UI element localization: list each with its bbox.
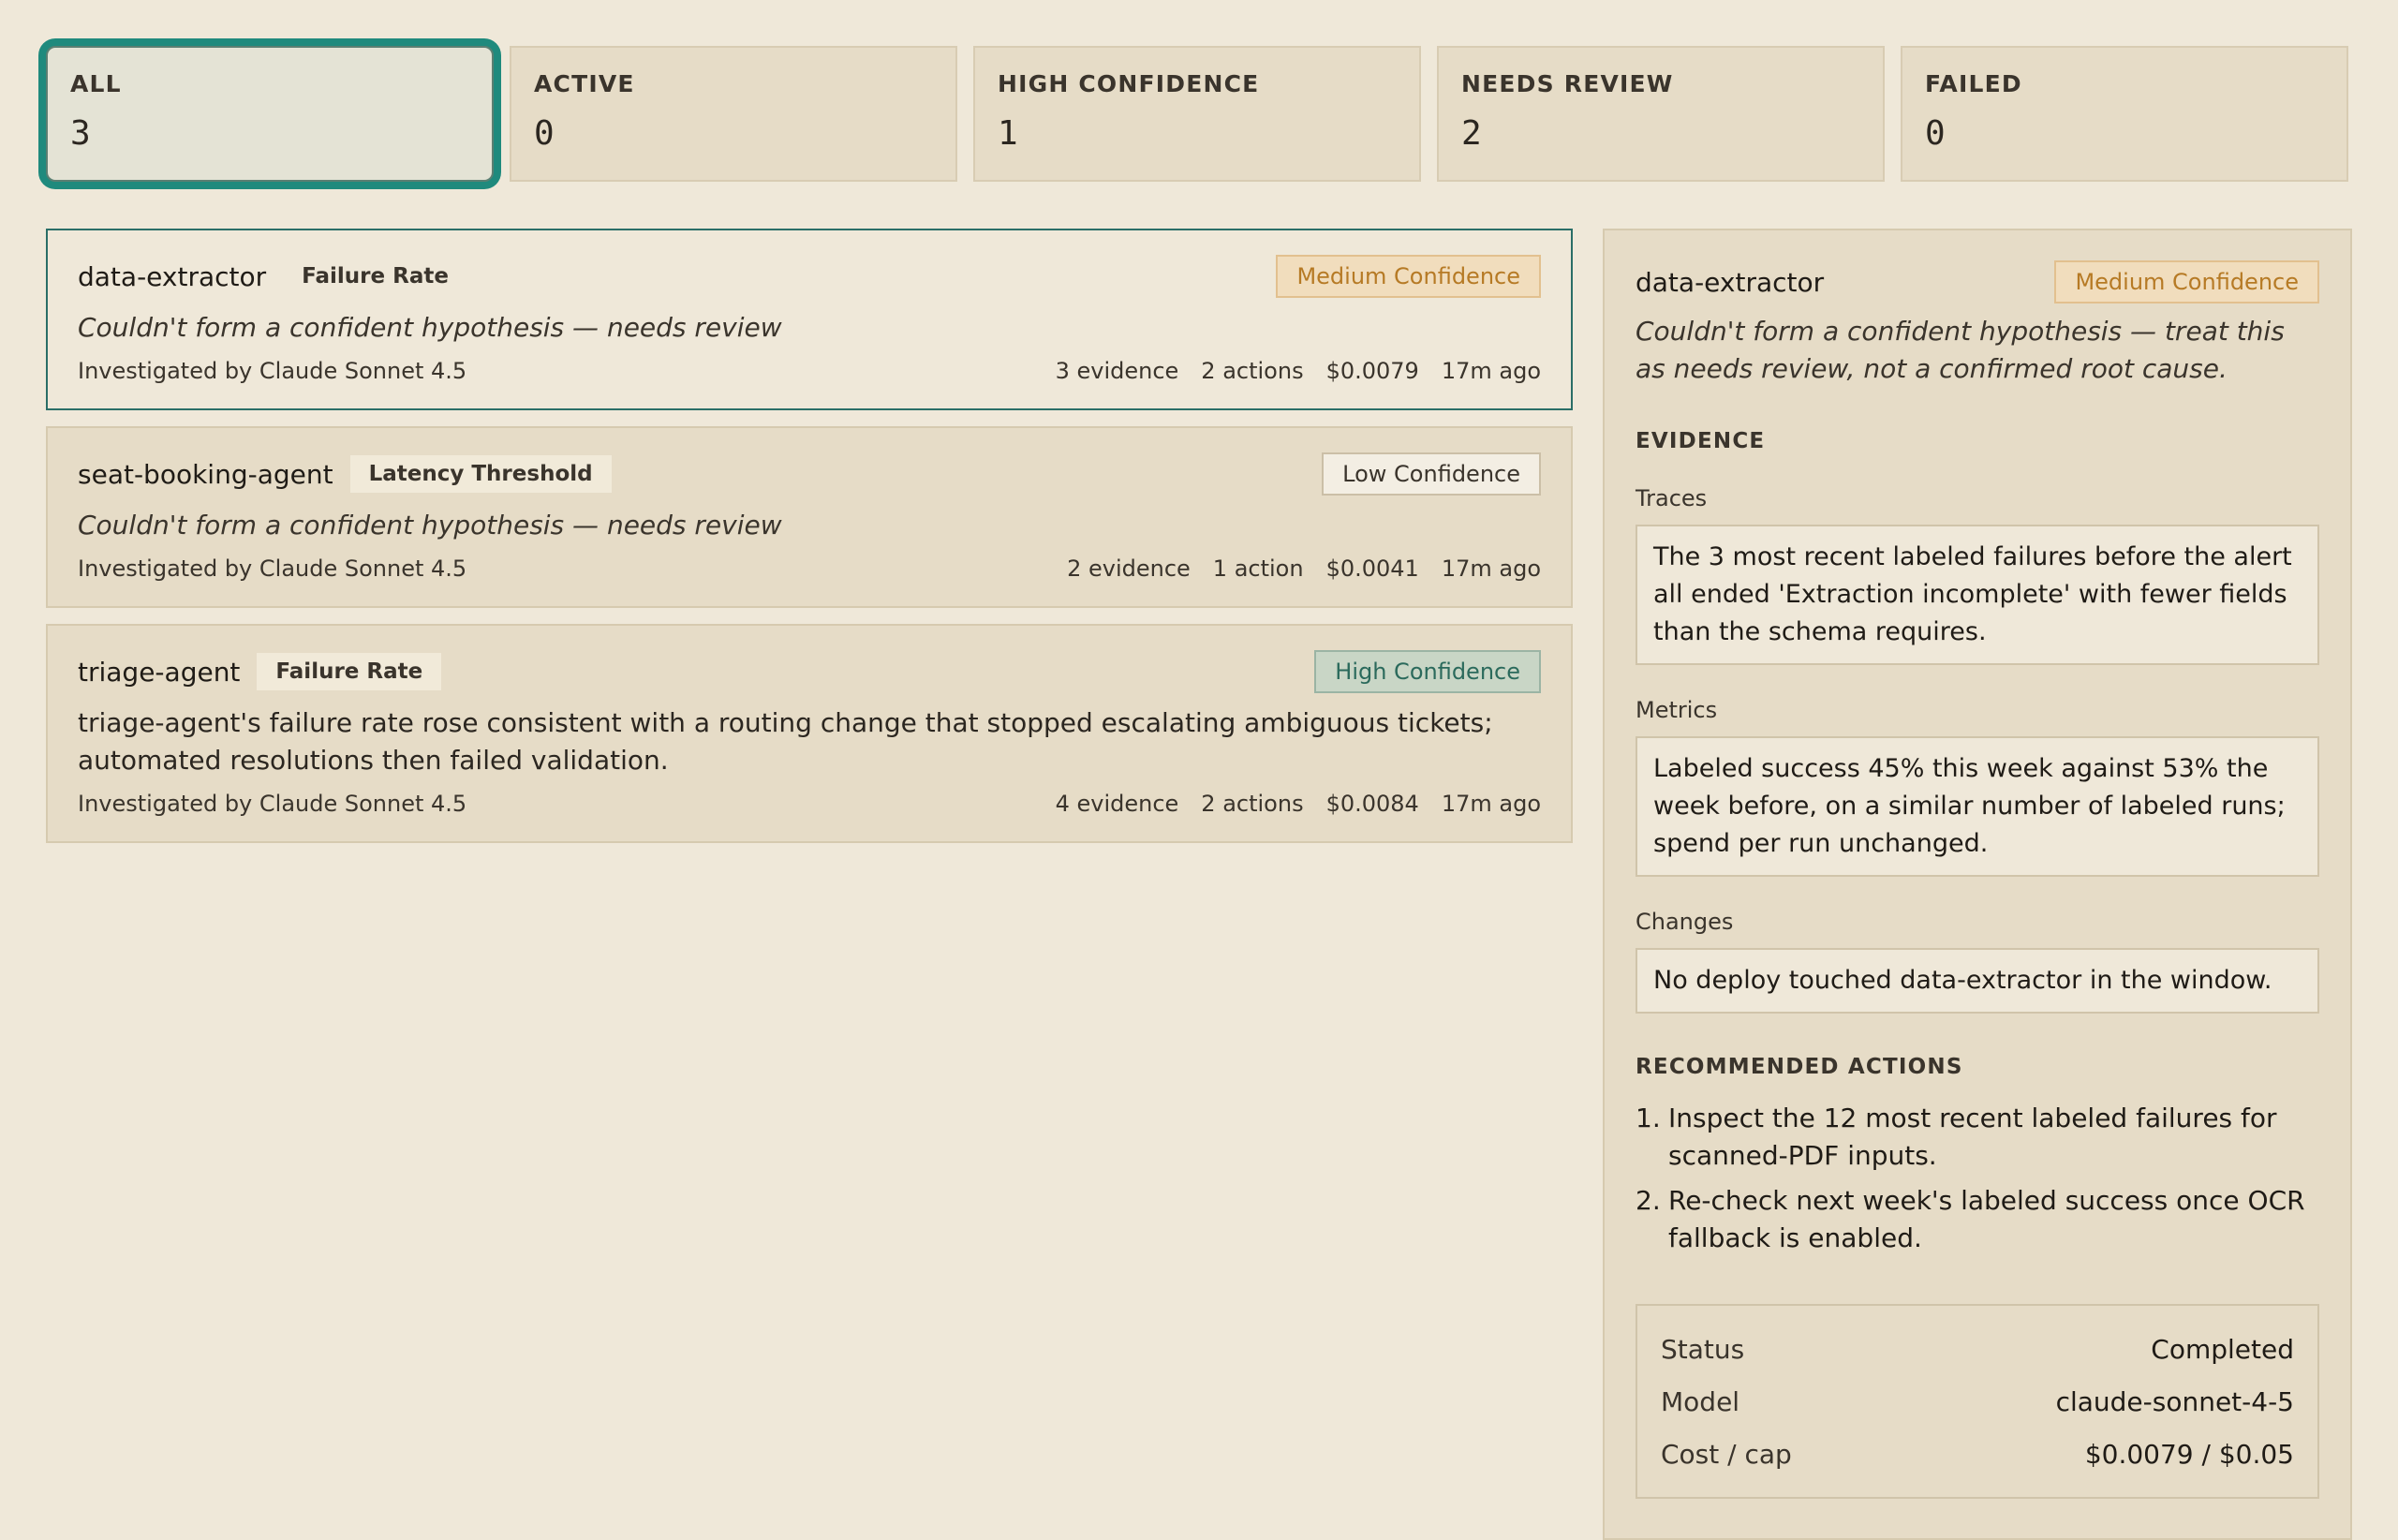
filter-label: ACTIVE — [534, 70, 635, 97]
action-item: 2. Re-check next week's labeled success … — [1636, 1182, 2319, 1257]
evidence-count: 4 evidence — [1055, 791, 1179, 817]
action-count: 2 actions — [1201, 791, 1304, 817]
evidence-metrics-label: Metrics — [1636, 697, 1718, 723]
action-text: Re-check next week's labeled success onc… — [1668, 1185, 2305, 1253]
incident-card[interactable]: triage-agent Failure Rate High Confidenc… — [46, 624, 1573, 843]
incident-summary: Couldn't form a confident hypothesis — n… — [78, 312, 782, 343]
cost-cap-value: $0.0079 / $0.05 — [2084, 1438, 2294, 1470]
detail-confidence-badge: Medium Confidence — [2054, 260, 2319, 304]
detail-summary: Couldn't form a confident hypothesis — t… — [1636, 316, 2285, 384]
action-count: 2 actions — [1201, 358, 1304, 384]
agent-name: data-extractor — [78, 260, 267, 292]
evidence-heading: EVIDENCE — [1636, 429, 1766, 453]
action-text: Inspect the 12 most recent labeled failu… — [1668, 1103, 2277, 1171]
incident-summary: Couldn't form a confident hypothesis — n… — [78, 510, 782, 540]
incident-type-tag: Latency Threshold — [349, 455, 612, 493]
status-value: Completed — [2151, 1333, 2294, 1365]
evidence-count: 2 evidence — [1067, 555, 1191, 582]
incident-summary: triage-agent's failure rate rose consist… — [78, 707, 1493, 776]
incident-type-tag: Failure Rate — [302, 264, 449, 289]
incident-card[interactable]: data-extractor Failure Rate Medium Confi… — [46, 229, 1573, 410]
action-number: 2. — [1636, 1185, 1661, 1216]
filter-tiles: ALL 3 ACTIVE 0 HIGH CONFIDENCE 1 NEEDS R… — [46, 46, 2348, 182]
filter-active[interactable]: ACTIVE 0 — [510, 46, 957, 182]
filter-failed[interactable]: FAILED 0 — [1901, 46, 2348, 182]
recommended-actions-heading: RECOMMENDED ACTIONS — [1636, 1055, 1963, 1079]
recommended-actions-list: 1. Inspect the 12 most recent labeled fa… — [1636, 1100, 2319, 1257]
filter-needs-review[interactable]: NEEDS REVIEW 2 — [1437, 46, 1885, 182]
filter-count: 3 — [70, 114, 91, 153]
model-key: Model — [1661, 1385, 1740, 1417]
cost-value: $0.0041 — [1325, 555, 1419, 582]
evidence-traces-text: The 3 most recent labeled failures befor… — [1636, 525, 2319, 665]
filter-label: NEEDS REVIEW — [1461, 70, 1674, 97]
incident-type-tag: Failure Rate — [257, 653, 442, 690]
agent-name: triage-agent — [78, 656, 241, 688]
cost-cap-row: Cost / cap $0.0079 / $0.05 — [1661, 1428, 2294, 1480]
cost-value: $0.0079 — [1325, 358, 1419, 384]
agent-name: seat-booking-agent — [78, 458, 333, 490]
run-status-box: Status Completed Model claude-sonnet-4-5… — [1636, 1304, 2319, 1499]
confidence-badge: Medium Confidence — [1276, 255, 1541, 298]
filter-label: HIGH CONFIDENCE — [998, 70, 1260, 97]
action-count: 1 action — [1212, 555, 1304, 582]
timestamp: 17m ago — [1441, 555, 1541, 582]
evidence-changes-label: Changes — [1636, 909, 1734, 935]
cost-cap-key: Cost / cap — [1661, 1438, 1792, 1470]
detail-agent-name: data-extractor — [1636, 266, 1825, 298]
action-number: 1. — [1636, 1103, 1661, 1133]
cost-value: $0.0084 — [1325, 791, 1419, 817]
evidence-traces-label: Traces — [1636, 485, 1708, 511]
model-row: Model claude-sonnet-4-5 — [1661, 1375, 2294, 1428]
status-key: Status — [1661, 1333, 1745, 1365]
timestamp: 17m ago — [1441, 791, 1541, 817]
evidence-changes-text: No deploy touched data-extractor in the … — [1636, 948, 2319, 1014]
incident-detail-panel: data-extractor Medium Confidence Couldn'… — [1603, 229, 2352, 1540]
action-item: 1. Inspect the 12 most recent labeled fa… — [1636, 1100, 2319, 1175]
incident-dashboard: ALL 3 ACTIVE 0 HIGH CONFIDENCE 1 NEEDS R… — [0, 0, 2398, 1540]
filter-count: 1 — [998, 114, 1018, 153]
filter-label: FAILED — [1925, 70, 2022, 97]
model-value: claude-sonnet-4-5 — [2055, 1385, 2294, 1417]
investigator-label: Investigated by Claude Sonnet 4.5 — [78, 791, 467, 817]
incident-meta: 3 evidence 2 actions $0.0079 17m ago — [1056, 358, 1541, 384]
investigator-label: Investigated by Claude Sonnet 4.5 — [78, 358, 467, 384]
filter-high-confidence[interactable]: HIGH CONFIDENCE 1 — [973, 46, 1421, 182]
filter-all[interactable]: ALL 3 — [46, 46, 494, 182]
incident-meta: 2 evidence 1 action $0.0041 17m ago — [1067, 555, 1541, 582]
incident-card[interactable]: seat-booking-agent Latency Threshold Low… — [46, 426, 1573, 608]
incident-list: data-extractor Failure Rate Medium Confi… — [46, 229, 1573, 859]
filter-label: ALL — [70, 70, 122, 97]
confidence-badge: Low Confidence — [1322, 452, 1541, 496]
confidence-badge: High Confidence — [1314, 650, 1541, 693]
status-row: Status Completed — [1661, 1323, 2294, 1375]
filter-count: 0 — [1925, 114, 1946, 153]
timestamp: 17m ago — [1441, 358, 1541, 384]
incident-meta: 4 evidence 2 actions $0.0084 17m ago — [1056, 791, 1541, 817]
evidence-metrics-text: Labeled success 45% this week against 53… — [1636, 736, 2319, 877]
investigator-label: Investigated by Claude Sonnet 4.5 — [78, 555, 467, 582]
evidence-count: 3 evidence — [1055, 358, 1179, 384]
filter-count: 0 — [534, 114, 555, 153]
filter-count: 2 — [1461, 114, 1482, 153]
